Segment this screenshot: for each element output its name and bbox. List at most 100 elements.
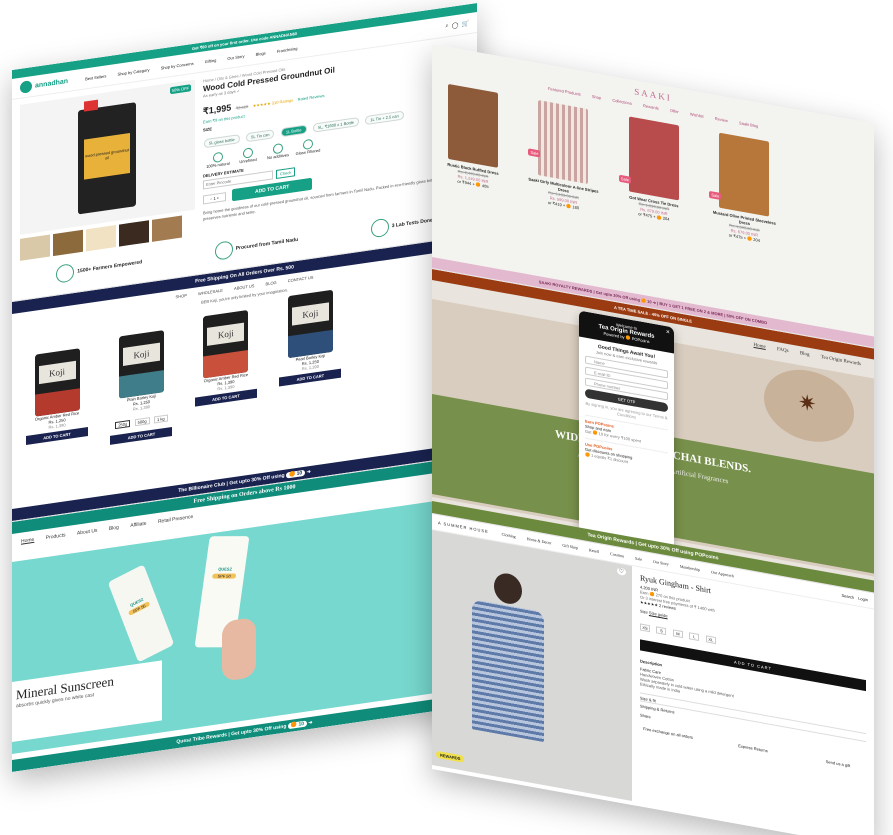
map-icon	[214, 240, 233, 261]
size-option[interactable]: XS	[640, 623, 650, 633]
left-screenshot-column: Get ₹60 off on your first order. Use cod…	[12, 2, 477, 772]
rating[interactable]: ★★★★★ 310 Ratings	[253, 97, 293, 108]
nav-item[interactable]: Curation	[610, 551, 624, 559]
size-option[interactable]: XL	[705, 635, 716, 645]
old-price: ₹2,520	[235, 103, 249, 111]
product-card[interactable]: Koji Pearl Barley Koji Rs. 1,250 Rs. 1,3…	[275, 288, 345, 387]
nav-item[interactable]: Shop	[592, 94, 601, 101]
size-option[interactable]: M	[672, 629, 683, 639]
koji-pack: Koji	[287, 289, 333, 359]
feature-returns: Express Returns	[738, 743, 768, 754]
sale-badge: Sale	[528, 148, 541, 158]
nav-item[interactable]: Home & Decor	[527, 536, 552, 545]
nav-item[interactable]: Products	[46, 532, 66, 541]
product-card[interactable]: Sale Got Wear Cross Tie Dress Rs. 1,899.…	[617, 114, 691, 225]
nav-item[interactable]: Retail Presence	[158, 514, 193, 525]
tea-cup-image: ✷	[764, 362, 854, 449]
cart-icon[interactable]: 🛒	[462, 20, 469, 28]
koji-pack: Koji	[118, 330, 164, 399]
nav-item[interactable]: Blog	[109, 525, 119, 532]
annadhan-logo[interactable]: annadhan	[35, 77, 68, 89]
close-icon[interactable]: ✕	[666, 329, 670, 336]
feature-unrefined: Unrefined	[233, 146, 263, 165]
ratings-link[interactable]: Rated Reviews	[298, 93, 325, 102]
size-option[interactable]: 5L, ₹1600 x 1 Bottle	[312, 117, 359, 133]
product-card[interactable]: Koji Organic Amber Red Rice Rs. 1,390 Rs…	[191, 308, 261, 407]
product-image	[628, 116, 679, 201]
product-card[interactable]: Koji Plain Barley Koji Rs. 1,250 Rs. 1,3…	[106, 328, 176, 445]
nav-item[interactable]: Our Story	[653, 559, 669, 567]
weight-option[interactable]: 500g	[134, 417, 150, 427]
nav-item[interactable]: Blogs	[256, 50, 266, 56]
thumbnail[interactable]	[20, 234, 50, 261]
login-link[interactable]: Login	[858, 596, 868, 603]
size-option[interactable]: 1L Tin + 2.5 can	[365, 110, 404, 126]
collage-canvas: Get ₹60 off on your first order. Use cod…	[0, 0, 893, 835]
size-option-selected[interactable]: 1L Bottle	[280, 124, 307, 138]
product-card[interactable]: Rustic Black Ruffled Dress Rs. 2,499.00 …	[436, 82, 510, 193]
nav-item[interactable]: Our Approach	[711, 569, 734, 578]
nav-item[interactable]: ABOUT US	[234, 283, 254, 291]
size-option[interactable]: L	[689, 632, 700, 642]
product-card[interactable]: Sale Saaki Girly Multicolour A-line Stri…	[526, 98, 600, 214]
thumbnail[interactable]	[53, 229, 83, 257]
weight-option[interactable]: 1 kg	[154, 414, 168, 424]
nav-item[interactable]: Rewards	[643, 103, 659, 111]
search-link[interactable]: Search	[842, 593, 855, 600]
nav-item[interactable]: Review	[715, 116, 728, 123]
nav-item[interactable]: Affiliate	[130, 521, 146, 529]
weight-option[interactable]: 250g	[115, 419, 131, 430]
nav-item[interactable]: Offer	[670, 108, 679, 115]
nav-item[interactable]: CONTACT US	[288, 275, 314, 284]
nav-item[interactable]: Shop by Category	[118, 67, 150, 77]
product-image: wood pressed groundnut oil 50% OFF	[20, 79, 195, 235]
farmers-icon	[56, 263, 75, 284]
thumbnail[interactable]	[152, 215, 182, 242]
size-option[interactable]: 5L Tin can	[246, 129, 275, 143]
nav-item[interactable]: Franchising	[277, 45, 298, 53]
gingham-shirt	[472, 599, 544, 743]
nav-item[interactable]: Saaki Blog	[739, 120, 758, 128]
size-option[interactable]: 5L glass bottle	[204, 134, 240, 149]
nav-item[interactable]: Sale	[635, 556, 642, 562]
nav-item[interactable]: Home	[21, 537, 34, 545]
thumbnail[interactable]	[86, 225, 116, 252]
nav-item[interactable]: Clothing	[502, 532, 516, 540]
nav-item[interactable]: Shop by Concerns	[161, 60, 194, 70]
product-info: Home / Oils & Ghee / Wood Cold Pressed O…	[195, 40, 469, 235]
nav-item[interactable]: Blog	[800, 351, 810, 358]
summer-product-info: Ryuk Gingham - Shirt 4,200 INR Earn 🟠 27…	[632, 566, 874, 835]
check-button[interactable]: Check	[276, 167, 296, 179]
thumbnail[interactable]	[119, 220, 149, 247]
nav-item[interactable]: Collections	[612, 97, 632, 106]
feature-no-additives: No additives	[263, 142, 293, 161]
quantity-stepper[interactable]: − 1 +	[203, 191, 227, 204]
nav-item[interactable]: Our Story	[227, 53, 244, 60]
rewards-sticker[interactable]: REWARDS	[436, 750, 465, 763]
user-icon[interactable]: ◯	[452, 21, 459, 29]
hero-caption: Mineral Sunscreen absorbs quickly gives …	[12, 660, 162, 744]
wishlist-icon[interactable]: ♡	[616, 567, 626, 576]
nav-item[interactable]: Wishlist	[690, 111, 704, 118]
product-image	[719, 132, 770, 217]
nav-item[interactable]: WHOLESALE	[198, 288, 223, 297]
tin-cap	[84, 99, 98, 112]
nav-item[interactable]: FAQs	[777, 347, 789, 354]
product-card[interactable]: Koji Organic Amber Red Rice Rs. 1,250 Rs…	[22, 346, 92, 445]
product-image	[538, 100, 589, 185]
nav-item[interactable]: Best Sellers	[85, 73, 106, 81]
nav-item[interactable]: Home	[754, 343, 766, 350]
nav-item[interactable]: Gift Shop	[562, 542, 578, 550]
nav-item[interactable]: SHOP	[176, 293, 187, 300]
nav-item[interactable]: Gifting	[205, 57, 217, 64]
nav-item[interactable]: Membership	[680, 564, 700, 573]
size-option[interactable]: S	[656, 626, 667, 636]
nav-item[interactable]: About Us	[77, 528, 98, 537]
nav-item[interactable]: BLOG	[266, 280, 277, 287]
search-icon[interactable]: ⌕	[445, 23, 448, 30]
lab-icon	[370, 217, 389, 239]
nav-item[interactable]: Tea Origin Rewards	[821, 355, 861, 367]
nav-item[interactable]: Resell	[589, 547, 599, 554]
nav-item[interactable]: Featured Products	[548, 86, 581, 97]
product-card[interactable]: Sale Mustard Olive Printed Sleeveless Dr…	[707, 131, 781, 247]
